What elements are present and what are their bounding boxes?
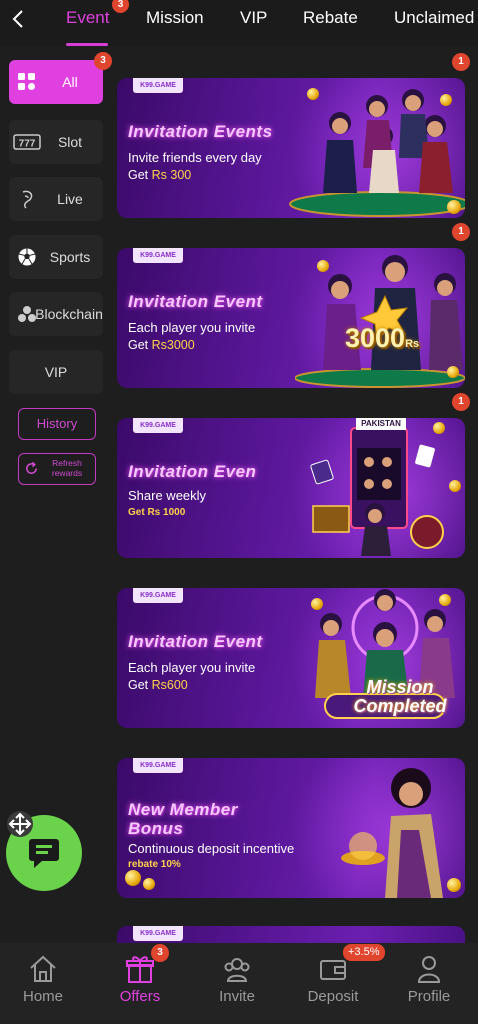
nav-label: Deposit (307, 988, 359, 1005)
gift-icon (126, 956, 154, 983)
banner-invitation-even-1000[interactable]: K99.GAME Invitation Even Share weekly Ge… (117, 418, 465, 558)
nav-offers-badge: 3 (151, 944, 169, 962)
brand-tag: K99.GAME (133, 758, 183, 773)
nav-home[interactable]: Home (3, 943, 83, 1024)
invite-icon (224, 958, 250, 982)
banner-reward: Get Rs600 (128, 678, 188, 692)
banner-subtitle: Continuous deposit incentive (128, 841, 295, 856)
bottom-navigation: Home Offers 3 Invite Deposit Profile (0, 943, 478, 1024)
slot-777-icon: 777 (13, 134, 41, 150)
refresh-rewards-label: Refresh rewards (51, 458, 83, 478)
soccer-ball-icon (18, 248, 36, 266)
banner-amount-art: 3000Rs (345, 323, 420, 353)
profile-icon (417, 956, 441, 983)
refresh-rewards-button[interactable]: Refresh rewards (18, 453, 96, 485)
tab-rebate[interactable]: Rebate (303, 8, 358, 28)
back-arrow-icon[interactable] (8, 8, 30, 30)
promo-slot-machine-illustration (310, 427, 444, 556)
banner-invitation-events-300[interactable]: K99.GAME Invitation Events Invite friend… (117, 78, 465, 218)
brand-tag: K99.GAME (133, 418, 183, 433)
banner-title: Invitation Event (128, 292, 263, 311)
blockchain-icon (18, 306, 36, 322)
mission-completed-art: Mission Completed (353, 677, 447, 716)
banner-reward: rebate 10% (128, 859, 181, 870)
nav-invite[interactable]: Invite (197, 943, 277, 1024)
nav-label: Offers (119, 988, 161, 1005)
sidebar-all-badge: 3 (94, 52, 112, 70)
banner-subtitle: Invite friends every day (128, 150, 262, 165)
banner-invitation-event-600[interactable]: K99.GAME Invitation Event Each player yo… (117, 588, 465, 728)
tab-event-badge: 3 (112, 0, 129, 13)
home-icon (30, 955, 56, 982)
nav-profile[interactable]: Profile (389, 943, 469, 1024)
tab-mission[interactable]: Mission (146, 8, 204, 28)
sidebar-item-live[interactable]: Live (9, 177, 103, 221)
sidebar-item-label: VIP (44, 364, 68, 380)
tab-event[interactable]: Event (66, 8, 109, 28)
chat-bubble-icon (29, 839, 59, 868)
banner-reward: Get Rs 1000 (128, 507, 186, 518)
sidebar-item-label: All (62, 74, 78, 90)
banner-reward: Get Rs3000 (128, 338, 195, 352)
dealer-icon (22, 190, 33, 209)
deposit-bonus-badge: +3.5% (343, 944, 385, 961)
brand-tag: K99.GAME (133, 78, 183, 93)
refresh-icon (26, 461, 37, 474)
banner-notification-badge: 1 (452, 393, 470, 411)
banner-country-label: PAKISTAN (356, 418, 406, 430)
nav-label: Home (22, 988, 63, 1005)
banner-reward: Get Rs 300 (128, 168, 192, 182)
sidebar-item-label: Sports (49, 249, 91, 265)
banner-subtitle: Each player you invite (128, 320, 256, 335)
sidebar-item-vip[interactable]: VIP (9, 350, 103, 394)
tab-vip[interactable]: VIP (240, 8, 267, 28)
banner-title: Invitation Events (128, 122, 273, 141)
banner-notification-badge: 1 (452, 223, 470, 241)
sidebar-item-slot[interactable]: 777 Slot (9, 120, 103, 164)
sidebar-item-label: Live (57, 191, 83, 207)
tab-unclaimed[interactable]: Unclaimed (394, 8, 474, 28)
sidebar-item-all[interactable]: All (9, 60, 103, 104)
banner-title: Invitation Event (128, 632, 263, 651)
promo-woman-illustration (341, 768, 443, 898)
grid-icon (18, 73, 35, 90)
banner-title: New Member Bonus (128, 800, 238, 838)
banner-subtitle: Share weekly (128, 488, 207, 503)
history-button[interactable]: History (18, 408, 96, 440)
banner-new-member-bonus[interactable]: K99.GAME New Member Bonus Continuous dep… (117, 758, 465, 898)
banner-invitation-event-3000[interactable]: K99.GAME Invitation Event Each player yo… (117, 248, 465, 388)
brand-tag: K99.GAME (133, 926, 183, 941)
nav-label: Invite (219, 988, 255, 1005)
svg-text:777: 777 (19, 139, 36, 150)
active-tab-indicator (66, 43, 108, 46)
banner-title: Invitation Even (128, 462, 257, 481)
drag-move-icon[interactable] (6, 810, 34, 838)
sidebar-item-blockchain[interactable]: Blockchain (9, 292, 103, 336)
banner-notification-badge: 1 (452, 53, 470, 71)
top-tab-bar: Event 3 Mission VIP Rebate Unclaimed (0, 0, 478, 46)
sidebar-item-sports[interactable]: Sports (9, 235, 103, 279)
banner-subtitle: Each player you invite (128, 660, 256, 675)
sidebar-item-label: Slot (57, 134, 83, 150)
brand-tag: K99.GAME (133, 588, 183, 603)
sidebar-item-label: Blockchain (35, 306, 103, 322)
nav-label: Profile (407, 988, 451, 1005)
brand-tag: K99.GAME (133, 248, 183, 263)
